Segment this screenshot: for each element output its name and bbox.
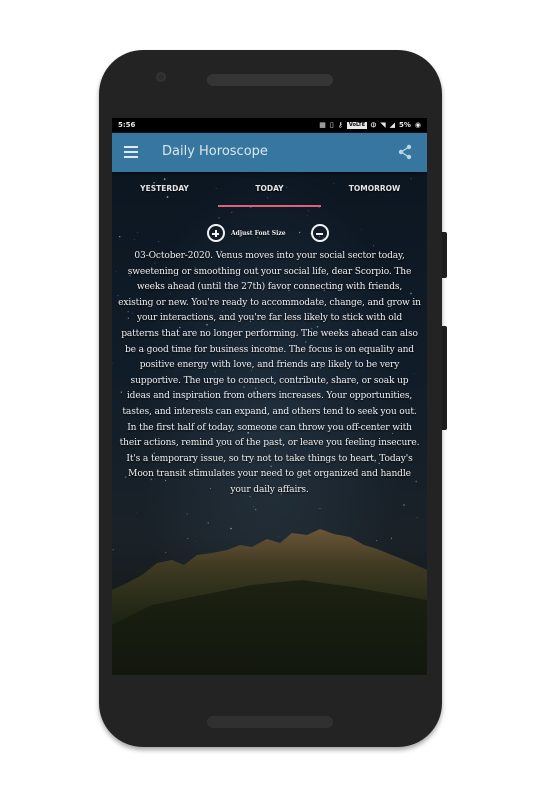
signal-icon: ◢	[389, 121, 395, 129]
star	[253, 505, 255, 507]
day-tabs: YESTERDAY TODAY TOMORROW	[112, 172, 427, 208]
phone-icon: ▯	[329, 121, 334, 129]
star	[403, 504, 405, 506]
star	[308, 210, 310, 212]
app-title: Daily Horoscope	[162, 144, 268, 159]
star	[186, 513, 188, 515]
star	[231, 211, 233, 214]
sim-icon: ▦	[319, 121, 326, 129]
star	[218, 217, 220, 219]
bottom-speaker	[207, 716, 333, 728]
status-icons: ▦ ▯ ⚷ VoLTE ⦶ ◥ ◢ 5% ◉	[319, 120, 421, 130]
adjust-font-size-label: Adjust Font Size	[231, 230, 286, 237]
star	[306, 215, 308, 217]
star	[112, 362, 113, 364]
star	[255, 508, 257, 511]
star	[207, 522, 209, 524]
minus-circle-icon[interactable]	[311, 224, 329, 242]
top-speaker	[207, 74, 333, 86]
horoscope-text: 03-October-2020. Venus moves into your s…	[118, 251, 421, 495]
active-tab-indicator	[218, 205, 321, 207]
power-button	[442, 232, 447, 278]
tab-yesterday[interactable]: YESTERDAY	[112, 184, 217, 193]
tab-today[interactable]: TODAY	[217, 184, 322, 193]
battery-icon: ◉	[414, 121, 421, 129]
status-bar: 5:56 ▦ ▯ ⚷ VoLTE ⦶ ◥ ◢ 5% ◉	[112, 118, 427, 132]
wifi-icon: ◥	[380, 121, 386, 129]
star	[319, 507, 321, 509]
battery-percent: 5%	[399, 121, 411, 129]
status-time: 5:56	[118, 121, 136, 129]
mountain-background	[112, 529, 427, 675]
volume-button	[442, 326, 447, 430]
front-camera	[156, 72, 166, 82]
tab-tomorrow[interactable]: TOMORROW	[322, 184, 427, 193]
star	[416, 517, 418, 518]
vibrate-icon: ⦶	[371, 121, 377, 129]
share-icon[interactable]	[397, 144, 413, 160]
star	[115, 270, 117, 272]
hamburger-menu-icon[interactable]	[124, 146, 138, 158]
volte-icon: VoLTE	[346, 121, 368, 129]
font-size-controls: Adjust Font Size	[112, 224, 427, 248]
app-screen: 5:56 ▦ ▯ ⚷ VoLTE ⦶ ◥ ◢ 5% ◉ Daily Horosc…	[112, 118, 427, 675]
star	[135, 512, 137, 514]
key-icon: ⚷	[337, 121, 343, 129]
plus-circle-icon[interactable]	[207, 224, 225, 242]
app-bar: Daily Horoscope	[112, 133, 427, 172]
